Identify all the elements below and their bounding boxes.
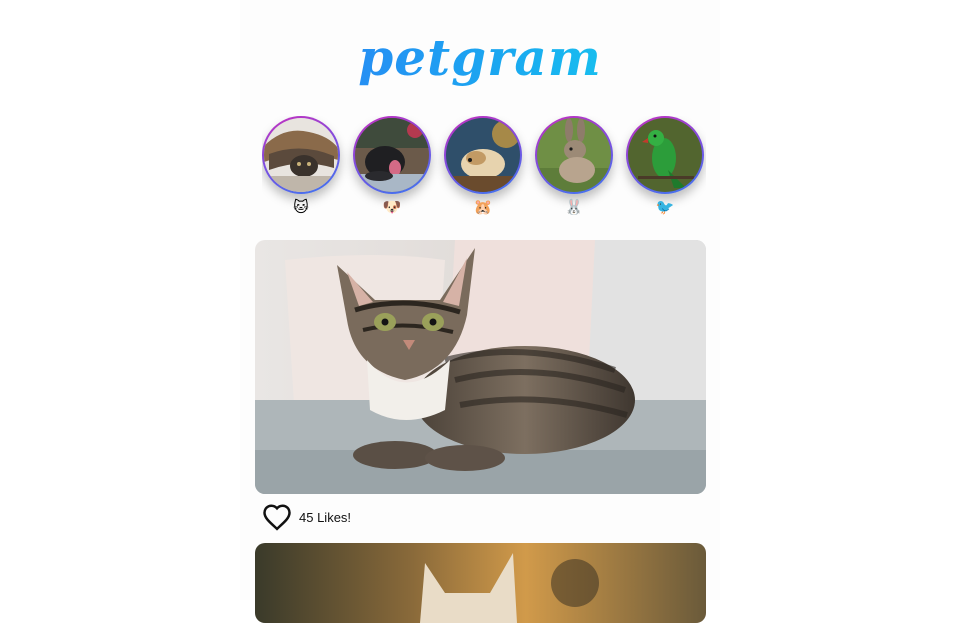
story-avatar-cats[interactable] bbox=[262, 116, 340, 194]
post-photo-cat[interactable] bbox=[255, 240, 706, 494]
rabbit-category-icon: 🐰 bbox=[564, 199, 584, 216]
story-birds[interactable]: 🐦 bbox=[626, 116, 704, 226]
category-stories[interactable]: 🐱 🐶 🐹 🐰 🐦 bbox=[262, 116, 706, 226]
story-avatar-birds[interactable] bbox=[626, 116, 704, 194]
dog-category-icon: 🐶 bbox=[382, 199, 402, 216]
story-rabbits[interactable]: 🐰 bbox=[535, 116, 613, 226]
post-photo-second[interactable] bbox=[255, 543, 706, 623]
hamster-story-photo bbox=[446, 118, 520, 192]
petgram-app: petgram 🐱 🐶 🐹 🐰 🐦 45 Likes! bbox=[240, 0, 720, 623]
story-hamsters[interactable]: 🐹 bbox=[444, 116, 522, 226]
story-dogs[interactable]: 🐶 bbox=[353, 116, 431, 226]
story-avatar-hamsters[interactable] bbox=[444, 116, 522, 194]
stories-fade bbox=[240, 226, 720, 238]
cat-category-icon: 🐱 bbox=[293, 199, 309, 216]
rabbit-story-photo bbox=[537, 118, 611, 192]
story-cats[interactable]: 🐱 bbox=[262, 116, 340, 226]
heart-icon[interactable] bbox=[262, 503, 292, 531]
story-avatar-dogs[interactable] bbox=[353, 116, 431, 194]
hamster-category-icon: 🐹 bbox=[473, 199, 493, 216]
app-logo: petgram bbox=[240, 28, 720, 87]
cat-story-photo bbox=[264, 118, 338, 192]
likes-count: 45 Likes! bbox=[299, 509, 352, 525]
bird-story-photo bbox=[628, 118, 702, 192]
bird-category-icon: 🐦 bbox=[655, 199, 675, 216]
story-avatar-rabbits[interactable] bbox=[535, 116, 613, 194]
post-likes-row: 45 Likes! bbox=[262, 503, 351, 531]
dog-story-photo bbox=[355, 118, 429, 192]
